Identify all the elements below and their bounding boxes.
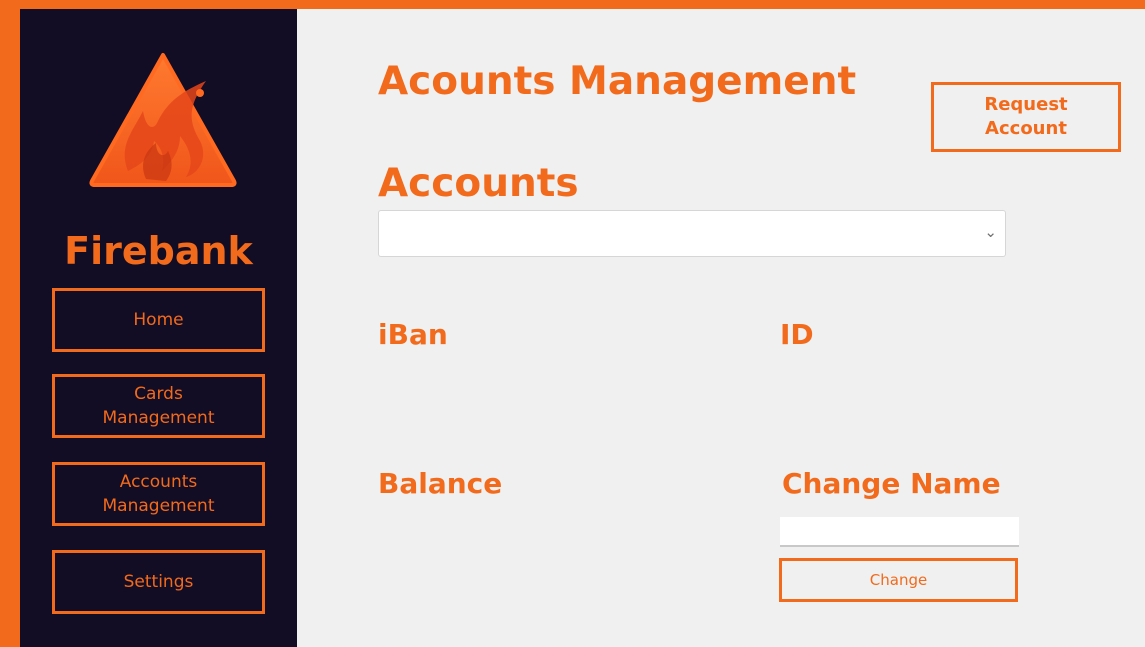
app-window: Firebank Home Cards Management Accounts … [20,9,1145,647]
nav-settings-button[interactable]: Settings [52,550,265,614]
nav-home-button[interactable]: Home [52,288,265,352]
nav-cards-management-button[interactable]: Cards Management [52,374,265,438]
change-name-label: Change Name [782,467,1001,500]
brand-name: Firebank [64,229,253,273]
iban-label: iBan [378,318,448,351]
change-button[interactable]: Change [779,558,1018,602]
fire-triangle-icon [89,53,237,187]
balance-label: Balance [378,467,503,500]
sidebar: Firebank Home Cards Management Accounts … [20,9,297,647]
id-label: ID [780,318,814,351]
chevron-down-icon: ⌄ [984,223,997,241]
change-name-input[interactable] [780,517,1019,547]
page-title: Acounts Management [378,59,857,104]
nav-accounts-management-button[interactable]: Accounts Management [52,462,265,526]
accounts-heading: Accounts [378,161,579,206]
accounts-select[interactable]: ⌄ [378,210,1006,257]
request-account-button[interactable]: Request Account [931,82,1121,152]
